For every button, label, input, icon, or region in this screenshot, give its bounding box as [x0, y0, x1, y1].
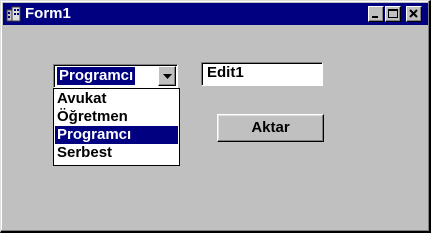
close-button[interactable] — [406, 6, 422, 22]
form-window: Form1 Programcı Avukat Öğretmen Programc… — [0, 0, 431, 233]
dropdown-option-programci[interactable]: Programcı — [55, 126, 178, 144]
title-bar[interactable]: Form1 — [3, 3, 428, 25]
close-icon — [409, 9, 418, 18]
combobox-dropdown-button[interactable] — [158, 66, 176, 86]
chevron-down-icon — [163, 74, 172, 79]
maximize-button[interactable] — [385, 6, 401, 22]
minimize-button[interactable] — [368, 6, 384, 22]
dropdown-option-ogretmen[interactable]: Öğretmen — [55, 108, 178, 126]
occupation-combobox[interactable]: Programcı — [53, 64, 178, 88]
edit-field[interactable]: Edit1 — [201, 62, 323, 86]
dropdown-option-serbest[interactable]: Serbest — [55, 144, 178, 162]
building-icon[interactable] — [6, 6, 22, 22]
minimize-icon — [372, 16, 378, 18]
maximize-icon — [388, 9, 398, 18]
combobox-dropdown-list: Avukat Öğretmen Programcı Serbest — [53, 88, 180, 166]
combobox-selected-value: Programcı — [57, 67, 136, 85]
aktar-button[interactable]: Aktar — [217, 114, 324, 142]
window-title: Form1 — [25, 5, 71, 22]
dropdown-option-avukat[interactable]: Avukat — [55, 90, 178, 108]
